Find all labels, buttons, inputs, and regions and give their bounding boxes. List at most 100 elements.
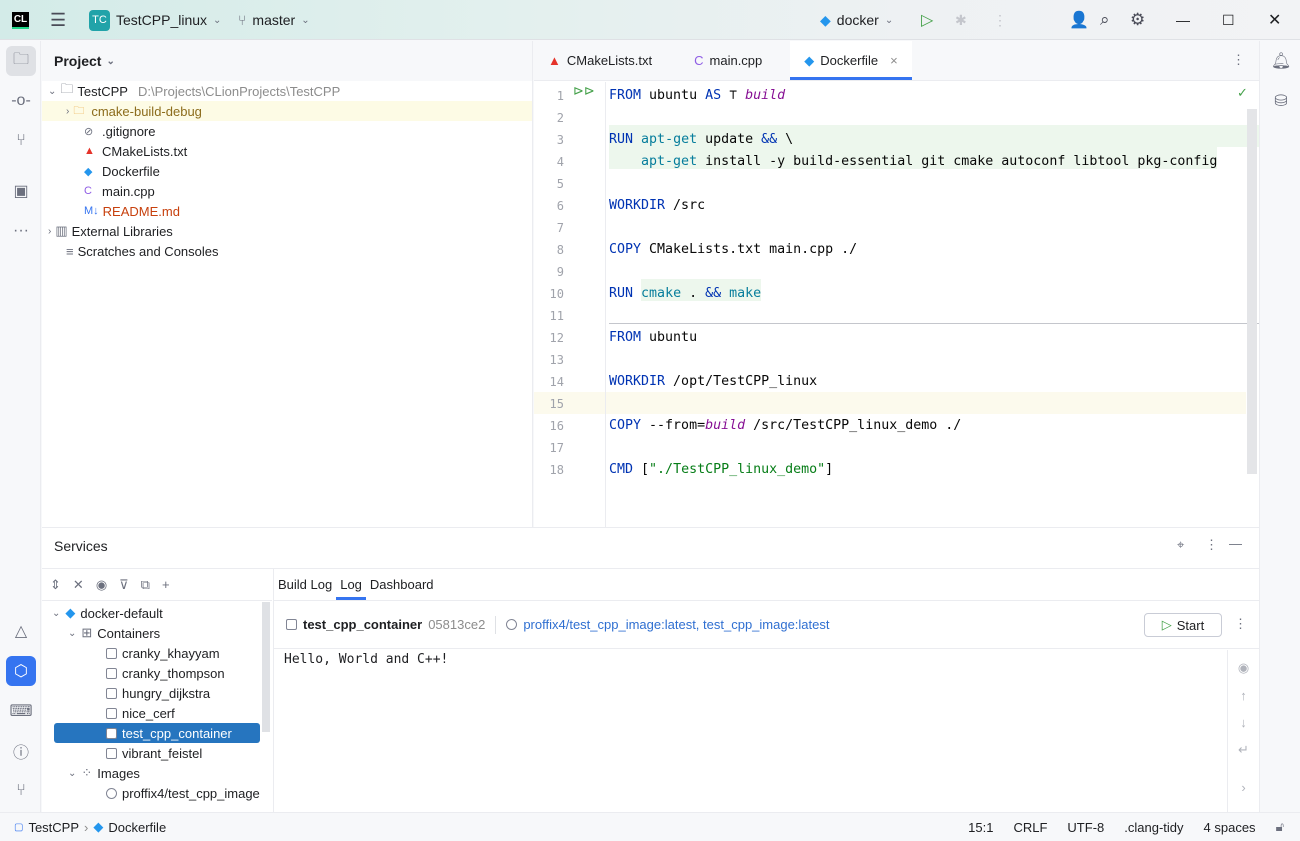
code-line[interactable]: FROM ubuntu: [609, 327, 697, 349]
add-user-button[interactable]: 👤: [1069, 0, 1089, 40]
tab-options-icon[interactable]: ⋮: [1232, 52, 1245, 68]
code-line[interactable]: apt-get install -y build-essential git c…: [609, 151, 1217, 173]
tree-node-container[interactable]: test_cpp_container: [54, 723, 260, 743]
new-group-icon[interactable]: ⧉: [141, 577, 150, 593]
code-line[interactable]: FROM ubuntu AS ⊤ build: [609, 85, 785, 107]
more-icon[interactable]: ⋮: [1205, 537, 1218, 553]
eye-icon[interactable]: ◉: [96, 577, 107, 593]
services-tool-button[interactable]: ⬡: [6, 656, 36, 686]
hide-panel-icon[interactable]: —: [1229, 536, 1242, 551]
tree-item[interactable]: ⊘ .gitignore: [42, 121, 532, 141]
tab-cmakelists[interactable]: ▲ CMakeLists.txt: [534, 41, 666, 80]
tab-dashboard[interactable]: Dashboard: [366, 569, 438, 600]
problems-button[interactable]: ⓘ: [6, 736, 36, 766]
tab-build-log[interactable]: Build Log: [274, 569, 336, 600]
minimize-icon: —: [1176, 12, 1190, 28]
code-line[interactable]: COPY --from=build /src/TestCPP_linux_dem…: [609, 415, 961, 437]
arrow-up-icon[interactable]: ↑: [1240, 688, 1247, 703]
breadcrumb-item[interactable]: TestCPP: [28, 820, 79, 835]
more-tools-button[interactable]: ···: [6, 216, 36, 246]
tree-item[interactable]: ▲ CMakeLists.txt: [42, 141, 532, 161]
services-tree[interactable]: ⌄ ◆ docker-default ⌄ ⊞ Containers cranky_khayy…: [42, 602, 272, 812]
code-line[interactable]: RUN cmake . && make: [609, 283, 761, 305]
project-selector[interactable]: TC TestCPP_linux ⌄: [89, 0, 221, 40]
tab-log[interactable]: Log: [336, 569, 366, 600]
soft-wrap-icon[interactable]: ↵: [1238, 742, 1249, 758]
close-tab-icon[interactable]: ×: [890, 53, 898, 68]
tab-dockerfile[interactable]: ◆ Dockerfile ×: [790, 41, 912, 80]
code-line[interactable]: COPY CMakeLists.txt main.cpp ./: [609, 239, 857, 261]
filter-icon[interactable]: ⊽: [119, 577, 129, 593]
code-line[interactable]: RUN apt-get update && \: [609, 129, 793, 151]
tree-root[interactable]: ⌄ 🗀 TestCPP D:\Projects\CLionProjects\TestC…: [42, 81, 532, 101]
tree-node-container[interactable]: hungry_dijkstra: [106, 683, 210, 703]
expand-all-icon[interactable]: ⇕: [50, 577, 61, 593]
tree-item[interactable]: Cmain.cpp: [42, 181, 532, 201]
tree-node-container[interactable]: vibrant_feistel: [106, 743, 202, 763]
code-line[interactable]: WORKDIR /src: [609, 195, 705, 217]
settings-button[interactable]: ⚙: [1130, 0, 1145, 40]
tree-scratches[interactable]: ≡ Scratches and Consoles: [42, 241, 532, 261]
project-panel-header[interactable]: Project ⌄: [42, 41, 532, 81]
tree-item[interactable]: M↓ README.md: [42, 201, 532, 221]
run-button[interactable]: ▷: [921, 0, 933, 40]
cmake-tool-button[interactable]: △: [6, 616, 36, 646]
breadcrumb-item[interactable]: Dockerfile: [108, 820, 166, 835]
tree-item[interactable]: ◆ Dockerfile: [42, 161, 532, 181]
inspection-profile[interactable]: .clang-tidy: [1124, 820, 1183, 835]
commit-tool-button[interactable]: -o-: [6, 86, 36, 116]
more-icon[interactable]: ⋮: [993, 0, 1007, 40]
eye-icon[interactable]: ◉: [1238, 660, 1249, 676]
code-line[interactable]: CMD ["./TestCPP_linux_demo"]: [609, 459, 833, 481]
indent-setting[interactable]: 4 spaces: [1204, 820, 1256, 835]
tree-node-container[interactable]: cranky_khayyam: [106, 643, 220, 663]
tree-external-libraries[interactable]: › ▥ External Libraries: [42, 221, 532, 241]
arrow-down-icon[interactable]: ↓: [1240, 715, 1247, 730]
collapse-all-icon[interactable]: ✕: [73, 577, 84, 593]
terminal-button[interactable]: ⌨: [6, 696, 36, 726]
run-gutter-icon[interactable]: ⊳⊳: [573, 83, 595, 99]
image-link[interactable]: proffix4/test_cpp_image:latest, test_cpp…: [523, 617, 829, 632]
notifications-button[interactable]: 🔔︎: [1266, 46, 1296, 76]
container-header: test_cpp_container 05813ce2 proffix4/tes…: [274, 601, 1259, 649]
log-output[interactable]: Hello, World and C++!: [284, 652, 448, 667]
tree-item[interactable]: › 🗀 cmake-build-debug: [42, 101, 532, 121]
start-button[interactable]: ▷ Start: [1144, 613, 1222, 637]
code-line[interactable]: WORKDIR /opt/TestCPP_linux: [609, 371, 817, 393]
maximize-button[interactable]: ☐: [1222, 0, 1235, 40]
branch-selector[interactable]: ⑂ master ⌄: [238, 0, 310, 40]
debug-button[interactable]: ✱: [955, 0, 967, 40]
crosshair-icon[interactable]: ⌖: [1177, 537, 1184, 553]
code-token: [: [633, 462, 650, 477]
more-icon[interactable]: ⋮: [1234, 616, 1247, 632]
line-separator[interactable]: CRLF: [1013, 820, 1047, 835]
editor[interactable]: ▲ CMakeLists.txt Cmain.cpp ◆ Dockerfile × ⋮…: [534, 41, 1259, 527]
tree-node-image[interactable]: proffix4/test_cpp_image: [106, 783, 260, 803]
tree-node-container[interactable]: nice_cerf: [106, 703, 175, 723]
database-button[interactable]: ⛁: [1266, 86, 1296, 116]
close-window-button[interactable]: ✕: [1268, 0, 1281, 40]
encoding[interactable]: UTF-8: [1067, 820, 1104, 835]
caret-position[interactable]: 15:1: [968, 820, 993, 835]
tree-node-container[interactable]: cranky_thompson: [106, 663, 225, 683]
containers-icon: ⊞: [81, 625, 93, 640]
search-button[interactable]: ⌕: [1100, 0, 1110, 40]
tree-node-containers[interactable]: ⌄ ⊞ Containers: [68, 623, 160, 643]
git-button[interactable]: ⑂: [6, 776, 36, 806]
docker-icon: ◆: [84, 165, 93, 178]
tree-node-images[interactable]: ⌄ ⁘ Images: [68, 763, 140, 783]
project-tool-button[interactable]: 🗀: [6, 46, 36, 76]
run-config-selector[interactable]: ◆ docker ⌄: [820, 0, 893, 40]
pull-requests-button[interactable]: ⑂: [6, 126, 36, 156]
add-icon[interactable]: +: [162, 577, 170, 592]
tree-node-docker[interactable]: ⌄ ◆ docker-default: [52, 603, 163, 623]
chevron-right-icon[interactable]: ›: [1241, 780, 1245, 795]
problems-icon: ⓘ: [12, 745, 29, 762]
minimize-button[interactable]: —: [1176, 0, 1190, 40]
main-menu-button[interactable]: ☰: [50, 0, 66, 40]
tree-scrollbar[interactable]: [262, 602, 270, 732]
structure-button[interactable]: ▣: [6, 176, 36, 206]
editor-scrollbar[interactable]: [1247, 109, 1257, 474]
lock-icon[interactable]: 🔓︎: [1276, 819, 1284, 835]
tab-main-cpp[interactable]: Cmain.cpp: [666, 41, 776, 80]
